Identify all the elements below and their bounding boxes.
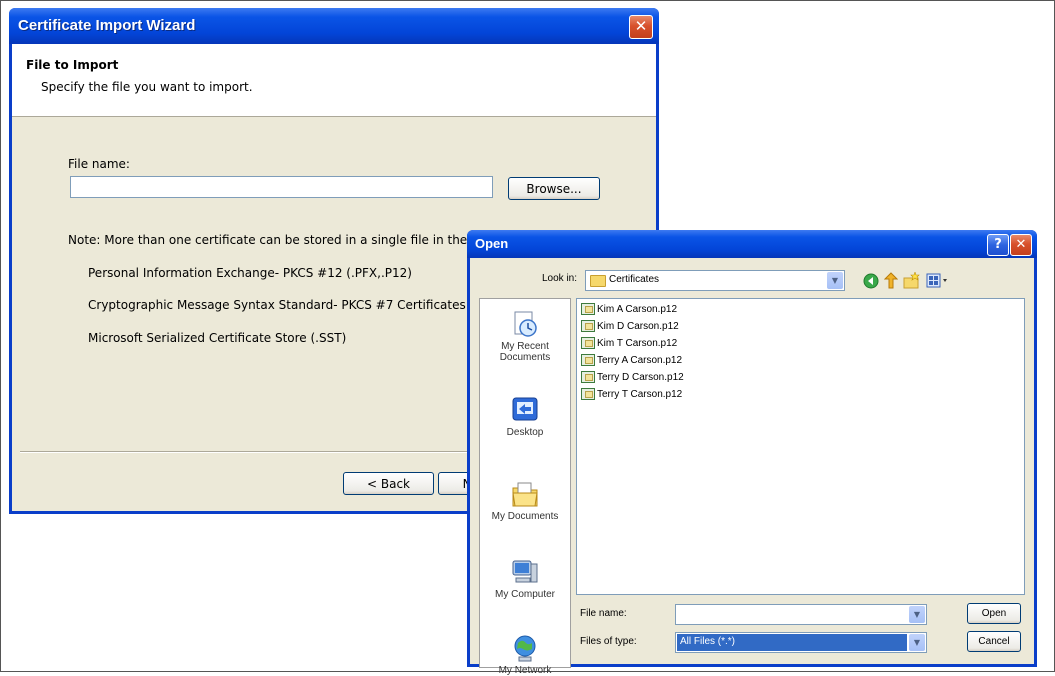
open-dialog-title: Open — [475, 236, 509, 251]
certificate-file-icon — [581, 388, 595, 401]
place-recent-documents[interactable]: My Recent Documents — [480, 309, 570, 363]
file-name: Terry A Carson.p12 — [597, 355, 683, 366]
chevron-down-icon[interactable]: ▼ — [909, 606, 925, 623]
help-button[interactable]: ? — [987, 234, 1009, 256]
open-button[interactable]: Open — [967, 603, 1021, 624]
certificate-file-icon — [581, 303, 595, 316]
file-name: Terry D Carson.p12 — [597, 372, 684, 383]
files-of-type-label: Files of type: — [580, 636, 637, 647]
up-folder-icon[interactable] — [884, 272, 898, 289]
file-name: Kim D Carson.p12 — [597, 321, 679, 332]
wizard-step-subtitle: Specify the file you want to import. — [41, 80, 253, 94]
place-my-documents[interactable]: My Documents — [480, 479, 570, 522]
list-item[interactable]: Kim T Carson.p12 — [581, 335, 677, 352]
certificate-file-icon — [581, 337, 595, 350]
close-icon: ✕ — [634, 17, 648, 35]
views-menu-icon[interactable] — [926, 273, 948, 288]
look-in-value: Certificates — [609, 274, 660, 285]
file-name-label: File name: — [68, 157, 130, 171]
wizard-title-bar[interactable]: Certificate Import Wizard ✕ — [9, 8, 659, 44]
list-item[interactable]: Terry A Carson.p12 — [581, 352, 682, 369]
help-icon: ? — [994, 237, 1002, 252]
list-item[interactable]: Terry D Carson.p12 — [581, 369, 684, 386]
file-name: Kim A Carson.p12 — [597, 304, 678, 315]
open-dialog-body: Look in: Certificates ▼ My Recent Docume… — [470, 258, 1034, 676]
my-documents-icon — [512, 482, 538, 507]
place-label: My Computer — [494, 589, 555, 600]
folder-icon — [590, 275, 606, 287]
wizard-header: File to Import Specify the file you want… — [12, 44, 656, 117]
format-item: Cryptographic Message Syntax Standard- P… — [88, 298, 506, 312]
file-name: Kim T Carson.p12 — [597, 338, 678, 349]
close-icon: ✕ — [1015, 237, 1027, 252]
place-desktop[interactable]: Desktop — [480, 395, 570, 438]
desktop-icon — [512, 397, 538, 421]
file-name-input[interactable] — [70, 176, 493, 198]
wizard-step-title: File to Import — [26, 58, 119, 72]
open-dialog-close-button[interactable]: ✕ — [1010, 234, 1032, 256]
certificate-file-icon — [581, 371, 595, 384]
place-label: Desktop — [506, 427, 544, 438]
look-in-dropdown[interactable]: Certificates ▼ — [585, 270, 845, 291]
place-label: My Recent Documents — [499, 341, 551, 363]
back-button[interactable]: < Back — [343, 472, 434, 495]
wizard-title: Certificate Import Wizard — [18, 17, 196, 34]
chevron-down-icon[interactable]: ▼ — [909, 634, 925, 651]
certificate-file-icon — [581, 320, 595, 333]
browse-button[interactable]: Browse... — [508, 177, 600, 200]
format-item: Personal Information Exchange- PKCS #12 … — [88, 266, 412, 280]
look-in-label: Look in: — [542, 273, 578, 284]
my-computer-icon — [512, 560, 538, 583]
my-network-icon — [514, 635, 536, 662]
format-item: Microsoft Serialized Certificate Store (… — [88, 331, 347, 345]
chevron-down-icon[interactable]: ▼ — [827, 272, 843, 289]
back-icon[interactable] — [863, 273, 879, 289]
list-item[interactable]: Kim A Carson.p12 — [581, 301, 677, 318]
open-file-name-combo[interactable]: ▼ — [675, 604, 927, 625]
new-folder-icon[interactable] — [903, 272, 921, 289]
open-file-name-label: File name: — [580, 608, 627, 619]
open-dialog-title-bar[interactable]: Open ? ✕ — [467, 230, 1037, 258]
files-of-type-value: All Files (*.*) — [677, 634, 907, 651]
file-list[interactable]: Kim A Carson.p12 Kim D Carson.p12 Kim T … — [576, 298, 1025, 595]
list-item[interactable]: Terry T Carson.p12 — [581, 386, 682, 403]
place-my-network[interactable]: My Network — [480, 633, 570, 676]
place-my-computer[interactable]: My Computer — [480, 557, 570, 600]
place-label: My Network — [498, 665, 552, 676]
files-of-type-dropdown[interactable]: All Files (*.*) ▼ — [675, 632, 927, 653]
place-label: My Documents — [491, 511, 559, 522]
list-item[interactable]: Kim D Carson.p12 — [581, 318, 679, 335]
certificate-file-icon — [581, 354, 595, 367]
cancel-button[interactable]: Cancel — [967, 631, 1021, 652]
recent-documents-icon — [514, 311, 537, 337]
open-file-dialog: Open ? ✕ Look in: Certificates ▼ My Rece… — [467, 230, 1037, 676]
wizard-close-button[interactable]: ✕ — [629, 15, 653, 39]
file-name: Terry T Carson.p12 — [597, 389, 683, 400]
places-bar: My Recent Documents Desktop My Documents — [479, 298, 571, 676]
